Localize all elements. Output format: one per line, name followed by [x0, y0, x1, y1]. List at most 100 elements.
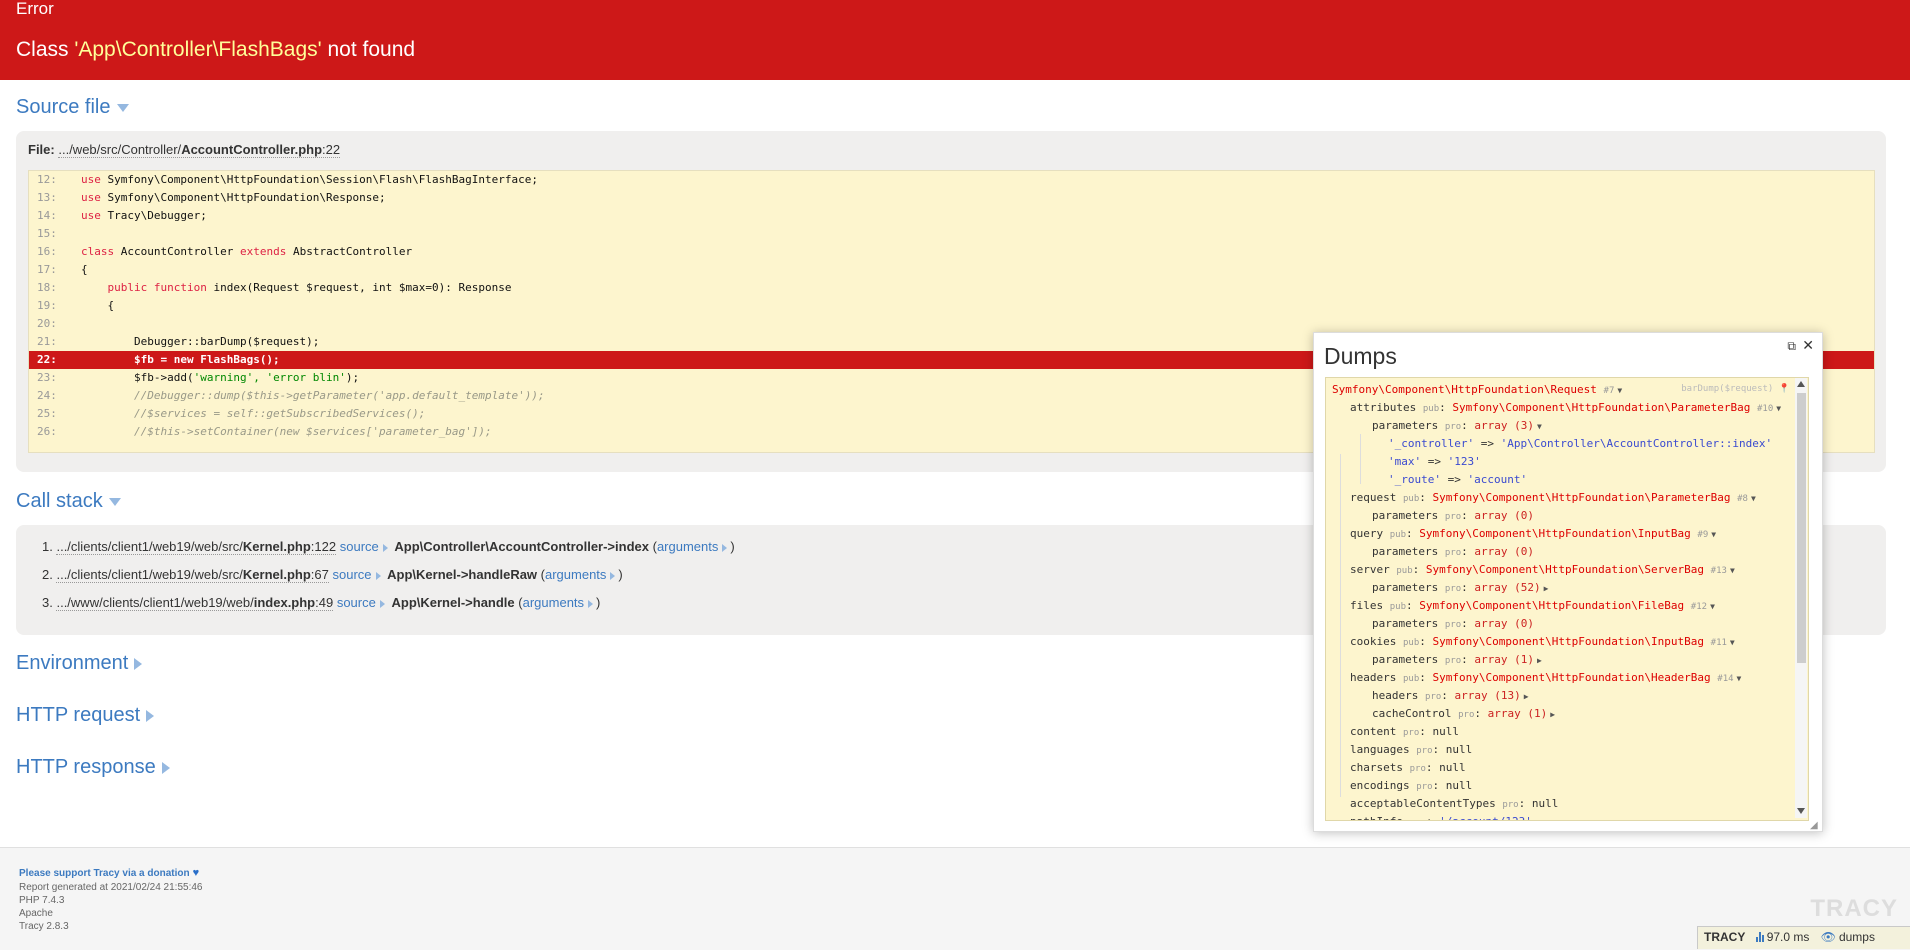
timer-button[interactable]: 97.0 ms	[1755, 927, 1810, 948]
arguments-toggle[interactable]: arguments	[657, 539, 730, 554]
scrollbar-thumb[interactable]	[1797, 393, 1806, 663]
dump-row[interactable]: cookies pub: Symfony\Component\HttpFound…	[1350, 635, 1735, 650]
dump-row[interactable]: attributes pub: Symfony\Component\HttpFo…	[1350, 401, 1781, 416]
dump-row[interactable]: parameters pro: array (3) ▼	[1372, 419, 1542, 434]
tracy-debug-bar: TRACY 97.0 ms 👁 dumps	[1697, 926, 1910, 949]
dump-value: array (13)	[1454, 689, 1521, 702]
dumps-scrollbar[interactable]	[1795, 378, 1807, 818]
error-type: Error	[16, 0, 54, 18]
http-response-label: HTTP response	[16, 756, 156, 778]
dump-visibility: pro	[1444, 620, 1462, 630]
code-line: 18: public function index(Request $reque…	[29, 279, 1874, 297]
dump-row: parameters pro: array (0)	[1372, 617, 1534, 630]
code-text: AbstractController	[286, 245, 413, 258]
donate-link[interactable]: Please support Tracy via a donation ♥	[19, 867, 199, 879]
dump-key: charsets	[1350, 761, 1403, 774]
caret-down-icon[interactable]: ▼	[1730, 638, 1735, 647]
dump-row[interactable]: parameters pro: array (1) ▶	[1372, 653, 1542, 668]
dump-value: null	[1432, 725, 1460, 738]
code-text: {	[81, 263, 88, 276]
dump-key: parameters	[1372, 509, 1439, 522]
tracy-bar-logo[interactable]: TRACY	[1698, 927, 1752, 948]
dump-row: languages pro: null	[1350, 743, 1473, 756]
dump-row[interactable]: headers pub: Symfony\Component\HttpFound…	[1350, 671, 1741, 686]
caret-right-icon[interactable]: ▶	[1550, 710, 1555, 719]
arguments-toggle[interactable]: arguments	[523, 595, 596, 610]
toggle-http-response[interactable]: HTTP response	[16, 756, 170, 778]
frame-file-link[interactable]: .../clients/client1/web19/web/src/Kernel…	[56, 539, 337, 555]
dump-row[interactable]: Symfony\Component\HttpFoundation\Request…	[1332, 383, 1622, 398]
dump-row[interactable]: cacheControl pro: array (1) ▶	[1372, 707, 1555, 722]
frame-call: App\Kernel->handleRaw	[387, 567, 538, 582]
error-message-suffix: not found	[321, 38, 416, 61]
dumps-panel[interactable]: Dumps ⧉ ✕ barDump($request) 📍 Symfony\Co…	[1313, 332, 1823, 832]
dump-object-id: #9	[1697, 530, 1709, 540]
dump-row[interactable]: server pub: Symfony\Component\HttpFounda…	[1350, 563, 1735, 578]
toggle-source-file[interactable]: Source file	[16, 96, 129, 118]
line-number: 23:	[37, 371, 57, 384]
scroll-up-icon[interactable]	[1797, 381, 1805, 387]
dump-visibility: pro	[1458, 710, 1475, 720]
scroll-down-icon[interactable]	[1797, 808, 1805, 814]
source-toggle[interactable]: source	[333, 567, 384, 582]
code-comment: //Debugger::dump($this->getParameter('ap…	[133, 389, 545, 402]
dump-value: '/account/123'	[1439, 815, 1532, 820]
caret-right-icon[interactable]: ▶	[1537, 656, 1542, 665]
timer-value: 97.0 ms	[1766, 930, 1810, 944]
source-toggle[interactable]: source	[340, 539, 391, 554]
code-keyword: extends	[239, 245, 287, 258]
error-header: Error Class 'App\Controller\FlashBags' n…	[0, 0, 1910, 80]
dump-row: charsets pro: null	[1350, 761, 1466, 774]
dump-row[interactable]: headers pro: array (13) ▶	[1372, 689, 1529, 704]
dump-row: content pro: null	[1350, 725, 1460, 738]
dump-object-id: #7	[1603, 386, 1615, 396]
toggle-http-request[interactable]: HTTP request	[16, 704, 155, 726]
dump-row[interactable]: query pub: Symfony\Component\HttpFoundat…	[1350, 527, 1716, 542]
dump-key: parameters	[1372, 581, 1439, 594]
line-number: 24:	[37, 389, 57, 402]
dump-key: attributes	[1350, 401, 1417, 414]
dump-value: Symfony\Component\HttpFoundation\ServerB…	[1425, 563, 1705, 576]
caret-down-icon[interactable]: ▼	[1711, 530, 1716, 539]
caret-right-icon[interactable]: ▶	[1544, 584, 1549, 593]
dump-value: array (52)	[1474, 581, 1541, 594]
window-icon[interactable]: ⧉	[1787, 339, 1796, 354]
php-version: PHP 7.4.3	[19, 895, 65, 906]
caret-down-icon[interactable]: ▼	[1617, 386, 1622, 395]
resize-handle-icon[interactable]: ◢	[1810, 820, 1818, 831]
source-toggle[interactable]: source	[337, 595, 388, 610]
bar-chart-icon	[1755, 932, 1765, 942]
dump-location[interactable]: barDump($request) 📍	[1681, 384, 1790, 394]
caret-down-icon[interactable]: ▼	[1751, 494, 1756, 503]
caret-down-icon[interactable]: ▼	[1730, 566, 1735, 575]
dump-value: array (1)	[1474, 653, 1534, 666]
toggle-call-stack[interactable]: Call stack	[16, 490, 121, 512]
code-keyword: use	[81, 173, 101, 186]
caret-right-icon[interactable]: ▶	[1524, 692, 1529, 701]
dump-row[interactable]: request pub: Symfony\Component\HttpFound…	[1350, 491, 1756, 506]
dump-visibility: pro	[1444, 422, 1462, 432]
close-icon[interactable]: ✕	[1802, 337, 1814, 354]
line-number: 25:	[37, 407, 57, 420]
caret-down-icon[interactable]: ▼	[1537, 422, 1542, 431]
frame-file-link[interactable]: .../clients/client1/web19/web/src/Kernel…	[56, 567, 329, 583]
caret-down-icon[interactable]: ▼	[1710, 602, 1715, 611]
frame-number: 1.	[42, 539, 53, 554]
caret-down-icon[interactable]: ▼	[1776, 404, 1781, 413]
dump-row[interactable]: parameters pro: array (52) ▶	[1372, 581, 1548, 596]
dump-key: 'max'	[1388, 455, 1422, 468]
dump-visibility: pub	[1396, 566, 1413, 576]
file-path-link[interactable]: .../web/src/Controller/AccountController…	[58, 142, 341, 158]
frame-file-link[interactable]: .../www/clients/client1/web19/web/index.…	[56, 595, 334, 611]
dump-row[interactable]: files pub: Symfony\Component\HttpFoundat…	[1350, 599, 1715, 614]
stack-frame: 3. .../www/clients/client1/web19/web/ind…	[42, 595, 601, 611]
caret-down-icon[interactable]: ▼	[1737, 674, 1742, 683]
dump-row: acceptableContentTypes pro: null	[1350, 797, 1559, 810]
file-line-number: :22	[322, 142, 341, 157]
dump-key: parameters	[1372, 419, 1439, 432]
arguments-toggle[interactable]: arguments	[545, 567, 618, 582]
dumps-button[interactable]: 👁 dumps	[1821, 927, 1875, 948]
dump-visibility: pro	[1502, 800, 1519, 810]
toggle-environment[interactable]: Environment	[16, 652, 143, 674]
